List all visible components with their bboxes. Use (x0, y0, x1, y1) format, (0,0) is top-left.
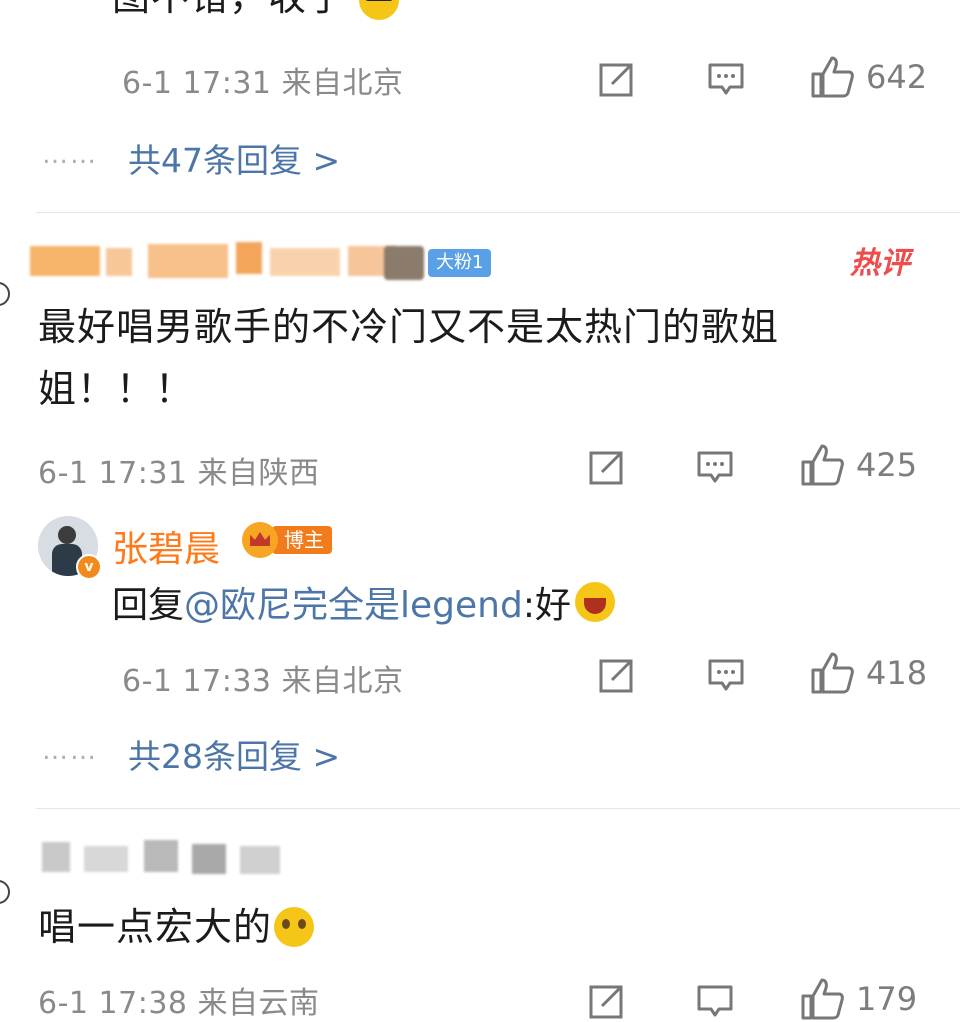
share-icon[interactable] (588, 448, 626, 486)
divider (36, 808, 960, 809)
like-button[interactable]: 425 (800, 442, 917, 488)
pleading-emoji-icon (274, 907, 315, 947)
comment-2-meta: 6-1 17:31 来自陕西 (38, 456, 320, 491)
comment-3-username-blurred[interactable] (36, 836, 286, 876)
comment-2-username-blurred[interactable] (30, 240, 410, 280)
divider (36, 212, 960, 213)
view-replies-link[interactable]: 共47条回复 > (128, 134, 340, 182)
comment-2-text: 最好唱男歌手的不冷门又不是太热门的歌姐 姐！！！ (38, 296, 938, 420)
comment-icon[interactable] (696, 982, 734, 1020)
author-reply-text: 回复 @欧尼完全是legend :好 (112, 576, 615, 628)
like-button[interactable]: 179 (800, 976, 917, 1022)
thumbs-up-icon (811, 56, 854, 98)
comment-3-meta: 6-1 17:38 来自云南 (38, 986, 320, 1021)
verified-icon: v (76, 554, 102, 580)
share-icon[interactable] (588, 982, 626, 1020)
cool-emoji-icon (359, 0, 400, 20)
replies-dots: …… (42, 736, 98, 766)
author-name[interactable]: 张碧晨 (112, 520, 220, 572)
crown-icon (242, 522, 278, 558)
fan-badge: 大粉1 (384, 246, 492, 280)
like-count: 425 (856, 446, 918, 484)
mention-link[interactable]: @欧尼完全是legend (184, 576, 523, 628)
comment-text-line: 最好唱男歌手的不冷门又不是太热门的歌姐 (38, 305, 780, 349)
reply-prefix: 回复 (112, 585, 185, 626)
share-icon[interactable] (598, 60, 636, 98)
like-count: 418 (866, 654, 928, 692)
fan-badge-avatar (384, 246, 424, 280)
replies-dots: …… (42, 140, 98, 170)
comment-icon[interactable] (696, 448, 734, 486)
fan-level-badge: 大粉1 (428, 249, 492, 277)
share-icon[interactable] (598, 656, 636, 694)
comment-text-line: 姐！！！ (38, 367, 195, 411)
like-count: 642 (866, 58, 928, 96)
comment-1-meta: 6-1 17:31 来自北京 (122, 66, 404, 101)
blogger-badge: 博主 (242, 522, 332, 558)
like-count: 179 (856, 980, 918, 1018)
comment-icon[interactable] (707, 60, 745, 98)
thumbs-up-icon (811, 652, 854, 694)
blogger-badge-label: 博主 (272, 526, 332, 554)
edge-circle (0, 282, 10, 306)
like-button[interactable]: 418 (810, 650, 927, 696)
author-reply-meta: 6-1 17:33 来自北京 (122, 664, 404, 699)
thumbs-up-icon (801, 978, 844, 1020)
reply-suffix: :好 (522, 585, 571, 626)
view-replies-link[interactable]: 共28条回复 > (128, 730, 340, 778)
edge-circle (0, 880, 10, 904)
comment-text: 图不错，收了 (112, 0, 346, 19)
like-button[interactable]: 642 (810, 54, 927, 100)
comment-icon[interactable] (707, 656, 745, 694)
hot-comment-label: 热评 (850, 246, 910, 281)
comment-1-text: 图不错，收了 (112, 0, 400, 28)
comment-text: 唱一点宏大的 (38, 905, 273, 949)
comment-3-text: 唱一点宏大的 (38, 896, 315, 958)
laughing-emoji-icon (574, 582, 615, 622)
thumbs-up-icon (801, 444, 844, 486)
